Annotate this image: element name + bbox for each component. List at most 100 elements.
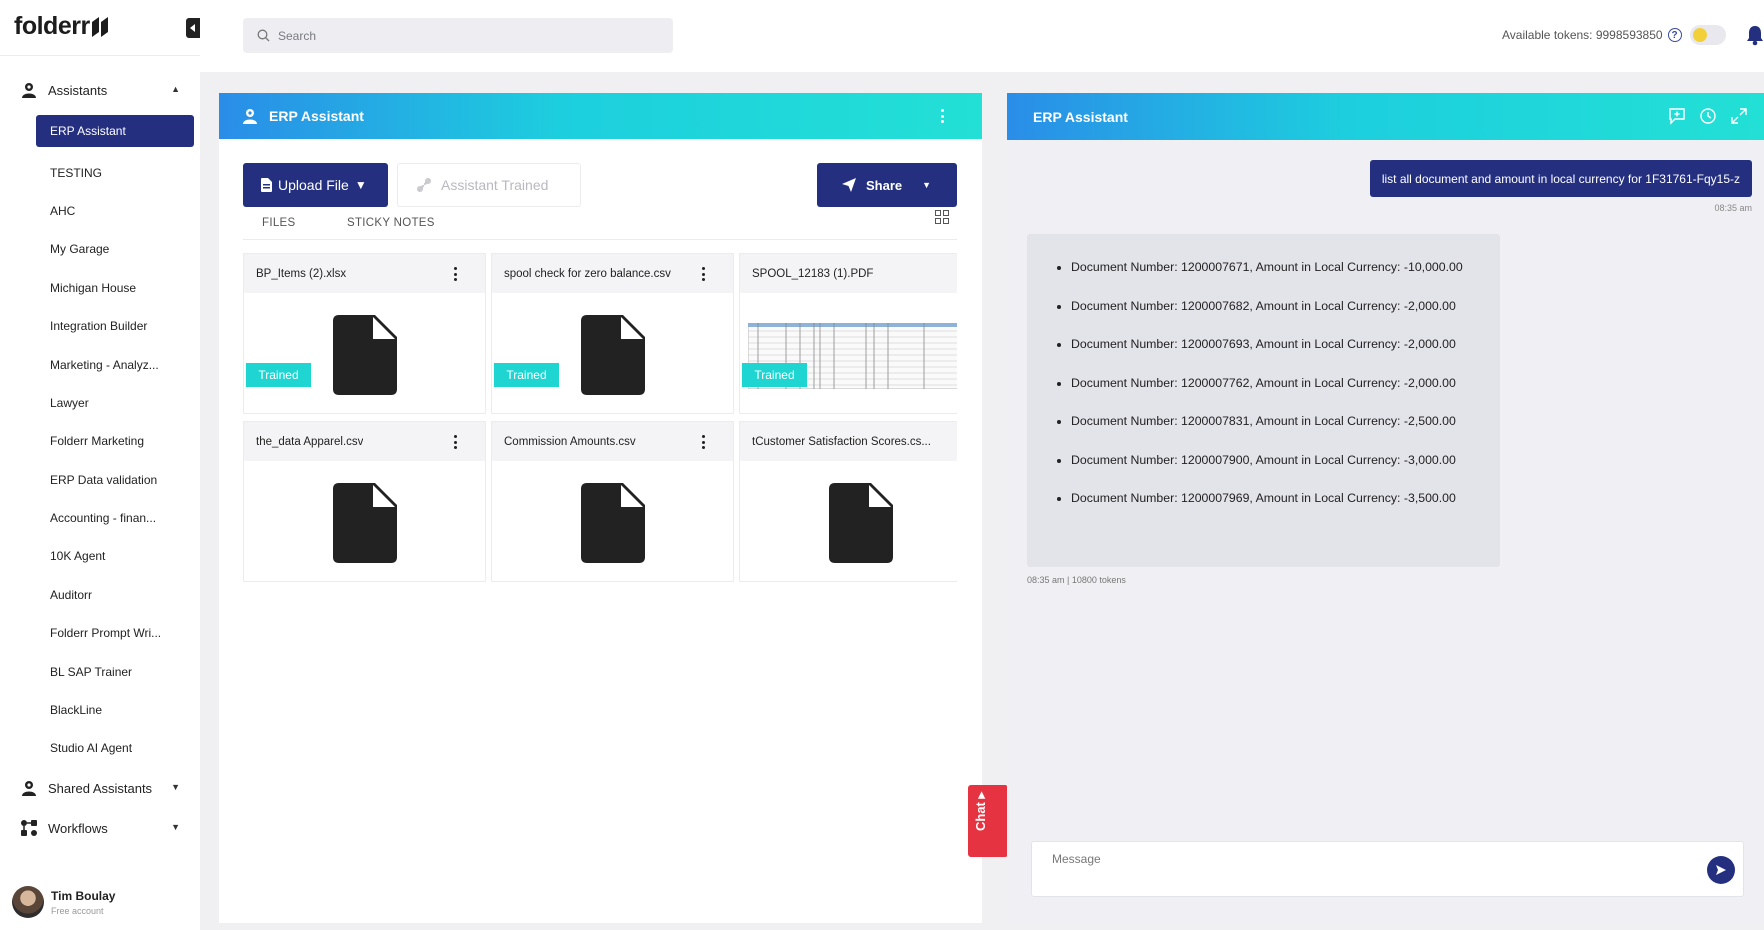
sidebar: folderr Assistants ▲ ERP Assistant TESTI… — [0, 0, 200, 930]
list-item: Document Number: 1200007693, Amount in L… — [1071, 337, 1500, 376]
help-icon[interactable]: ? — [1667, 28, 1682, 42]
assistant-icon — [20, 81, 38, 99]
theme-toggle[interactable] — [1690, 25, 1726, 45]
sidebar-item-testing[interactable]: TESTING — [36, 153, 194, 191]
share-button[interactable]: Share ▼ — [817, 163, 957, 207]
search-icon — [257, 29, 270, 42]
file-menu-icon[interactable] — [702, 267, 705, 281]
document-icon — [581, 315, 645, 395]
document-icon — [581, 483, 645, 563]
sidebar-item-lawyer[interactable]: Lawyer — [36, 384, 194, 422]
file-name: BP_Items (2).xlsx — [256, 267, 347, 280]
document-icon — [333, 483, 397, 563]
dropdown-arrow-icon: ▼ — [922, 180, 932, 190]
tokens-display: Available tokens: 9998593850 ? — [1502, 28, 1682, 42]
trained-badge: Trained — [494, 363, 559, 387]
logo-row: folderr — [0, 0, 200, 56]
file-card-header: Commission Amounts.csv — [492, 422, 733, 461]
assistant-message-list: Document Number: 1200007671, Amount in L… — [1057, 260, 1500, 530]
history-icon[interactable] — [1699, 107, 1717, 125]
assistant-trained-label: Assistant Trained — [441, 177, 549, 193]
list-item: Document Number: 1200007969, Amount in L… — [1071, 491, 1500, 530]
user-message-bubble: list all document and amount in local cu… — [1369, 160, 1752, 197]
file-card[interactable]: spool check for zero balance.csv Trained — [491, 253, 734, 414]
panel-title: ERP Assistant — [269, 108, 364, 124]
send-icon — [1716, 865, 1726, 875]
sidebar-item-integration-builder[interactable]: Integration Builder — [36, 307, 194, 345]
file-name: SPOOL_12183 (1).PDF — [752, 267, 874, 280]
shared-assistants-section-header[interactable]: Shared Assistants ▼ — [0, 768, 200, 808]
tab-files[interactable]: FILES — [262, 217, 295, 229]
sidebar-item-blackline[interactable]: BlackLine — [36, 691, 194, 729]
bell-icon[interactable] — [1745, 24, 1764, 46]
shared-assistant-icon — [20, 779, 38, 797]
chat-toggle-tab[interactable]: Chat ▸ — [968, 785, 1008, 857]
file-card[interactable]: Commission Amounts.csv — [491, 421, 734, 582]
send-icon — [842, 178, 856, 192]
collapse-caret-icon: ▲ — [171, 84, 180, 94]
trained-badge: Trained — [246, 363, 311, 387]
sidebar-item-ahc[interactable]: AHC — [36, 192, 194, 230]
search-input[interactable] — [278, 28, 658, 43]
chat-header-actions — [1668, 107, 1748, 125]
send-button[interactable] — [1707, 856, 1735, 884]
list-item: Document Number: 1200007671, Amount in L… — [1071, 260, 1500, 299]
sidebar-item-10k-agent[interactable]: 10K Agent — [36, 537, 194, 575]
workflows-icon — [20, 819, 38, 837]
grid-view-icon[interactable] — [935, 210, 949, 224]
sidebar-item-erp-assistant[interactable]: ERP Assistant — [36, 115, 194, 147]
sun-icon — [1693, 28, 1707, 42]
workflows-label: Workflows — [48, 820, 108, 836]
user-name: Tim Boulay — [51, 888, 116, 903]
shared-assistants-label: Shared Assistants — [48, 780, 153, 796]
search-box[interactable] — [243, 18, 673, 53]
list-item: Document Number: 1200007831, Amount in L… — [1071, 414, 1500, 453]
topbar: Available tokens: 9998593850 ? — [200, 0, 1764, 72]
brand-logo[interactable]: folderr — [14, 12, 109, 41]
file-card-header: spool check for zero balance.csv — [492, 254, 733, 293]
sidebar-item-folderr-marketing[interactable]: Folderr Marketing — [36, 422, 194, 460]
chat-panel-header: ERP Assistant — [1007, 93, 1764, 140]
user-profile[interactable]: Tim Boulay Free account — [12, 886, 115, 918]
assistant-message-bubble: Document Number: 1200007671, Amount in L… — [1027, 234, 1500, 567]
chat-tab-label: Chat ▸ — [973, 791, 988, 831]
sidebar-item-michigan-house[interactable]: Michigan House — [36, 269, 194, 307]
file-name: Commission Amounts.csv — [504, 435, 636, 448]
file-card[interactable]: SPOOL_12183 (1).PDF Trained — [739, 253, 957, 414]
file-menu-icon[interactable] — [454, 267, 457, 281]
file-menu-icon[interactable] — [454, 435, 457, 449]
document-icon — [333, 315, 397, 395]
sidebar-item-marketing-analyz[interactable]: Marketing - Analyz... — [36, 345, 194, 383]
file-name: the_data Apparel.csv — [256, 435, 364, 448]
new-chat-icon[interactable] — [1668, 107, 1686, 125]
expand-caret-icon: ▼ — [171, 822, 180, 832]
tab-sticky-notes[interactable]: STICKY NOTES — [347, 217, 435, 229]
file-card-header: the_data Apparel.csv — [244, 422, 485, 461]
sidebar-item-accounting-finan[interactable]: Accounting - finan... — [36, 499, 194, 537]
file-name: tCustomer Satisfaction Scores.cs... — [752, 435, 931, 448]
chat-panel: ERP Assistant list all document and amou… — [1007, 93, 1764, 923]
sidebar-item-my-garage[interactable]: My Garage — [36, 230, 194, 268]
panel-menu-icon[interactable] — [941, 109, 944, 123]
sidebar-item-studio-ai-agent[interactable]: Studio AI Agent — [36, 729, 194, 767]
assistant-trained-button[interactable]: Assistant Trained — [397, 163, 581, 207]
file-menu-icon[interactable] — [702, 435, 705, 449]
assistants-label: Assistants — [48, 82, 108, 98]
collapse-sidebar-button[interactable] — [186, 18, 200, 38]
sidebar-item-auditorr[interactable]: Auditorr — [36, 576, 194, 614]
sidebar-item-bl-sap-trainer[interactable]: BL SAP Trainer — [36, 652, 194, 690]
file-card[interactable]: the_data Apparel.csv — [243, 421, 486, 582]
workflows-section-header[interactable]: Workflows ▼ — [0, 808, 200, 848]
upload-file-button[interactable]: Upload File ▼ — [243, 163, 388, 207]
message-composer — [1031, 841, 1744, 897]
assistants-section-header[interactable]: Assistants ▲ — [0, 70, 200, 110]
list-item: Document Number: 1200007900, Amount in L… — [1071, 453, 1500, 492]
sidebar-item-erp-data-validation[interactable]: ERP Data validation — [36, 461, 194, 499]
sidebar-item-folderr-prompt-wri[interactable]: Folderr Prompt Wri... — [36, 614, 194, 652]
message-input[interactable] — [1052, 852, 1672, 888]
file-card[interactable]: tCustomer Satisfaction Scores.cs... — [739, 421, 957, 582]
expand-icon[interactable] — [1730, 107, 1748, 125]
expand-caret-icon: ▼ — [171, 782, 180, 792]
file-card[interactable]: BP_Items (2).xlsx Trained — [243, 253, 486, 414]
chat-panel-title: ERP Assistant — [1033, 108, 1128, 125]
